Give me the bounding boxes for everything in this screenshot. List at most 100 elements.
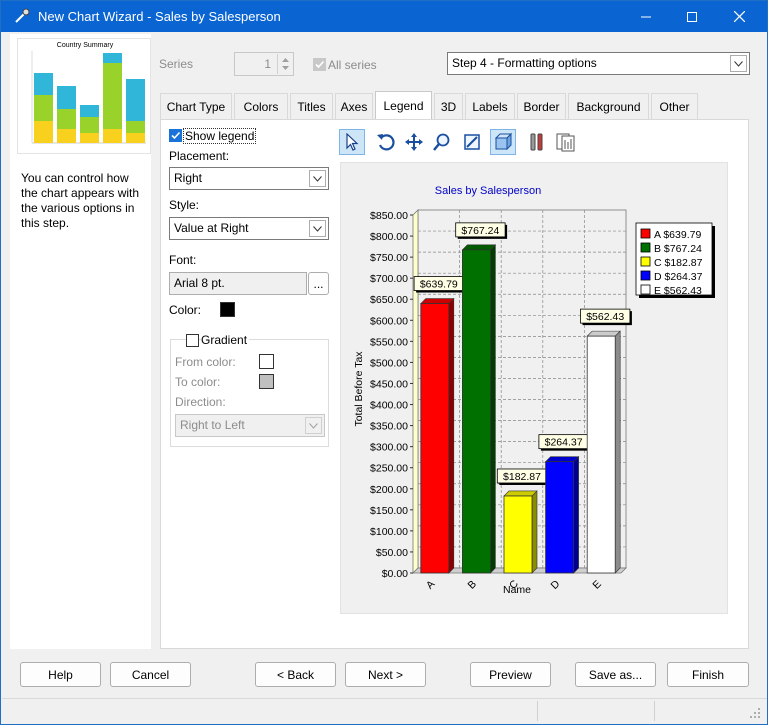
legend-entry: C $182.87 — [654, 257, 703, 269]
y-tick-label: $850.00 — [370, 210, 408, 222]
rotate-tool-button[interactable] — [373, 129, 399, 155]
bar-side — [490, 244, 496, 574]
chart-preview-area: Sales by Salesperson $0.00 $50.00 $100.00 $1… — [340, 162, 728, 614]
tab-label: Legend — [383, 99, 424, 113]
bar-side — [614, 330, 621, 574]
to-color-label: To color: — [175, 375, 221, 389]
all-series-checkbox[interactable] — [313, 58, 326, 71]
chevron-down-icon — [313, 225, 322, 232]
data-table-button[interactable] — [553, 129, 579, 155]
tab-border[interactable]: Border — [517, 93, 566, 119]
style-value: Value at Right — [174, 221, 249, 235]
series-label: Series — [159, 57, 194, 71]
direction-select[interactable]: Right to Left — [175, 414, 325, 437]
style-label: Style: — [169, 198, 200, 212]
chevron-down-icon — [313, 175, 322, 182]
from-color-swatch[interactable] — [259, 354, 274, 369]
tab-axes[interactable]: Axes — [335, 93, 373, 119]
cancel-button[interactable]: Cancel — [110, 662, 191, 687]
chart-title: Sales by Salesperson — [435, 185, 541, 197]
tab-chart-type[interactable]: Chart Type — [160, 93, 232, 119]
show-legend-checkbox[interactable] — [169, 129, 182, 142]
chevron-down-icon — [734, 60, 743, 67]
help-button-label: Help — [48, 667, 73, 682]
minimize-button[interactable] — [623, 1, 669, 32]
gradient-checkbox[interactable] — [186, 334, 199, 347]
series-spinner-arrows[interactable] — [277, 54, 292, 74]
bar-side — [448, 297, 455, 574]
y-tick-label: $750.00 — [370, 252, 408, 264]
x-tick-label: B — [466, 578, 479, 591]
preview-button-label: Preview — [489, 667, 532, 682]
tab-colors[interactable]: Colors — [234, 93, 288, 119]
tab-titles[interactable]: Titles — [290, 93, 333, 119]
magnifier-icon — [433, 133, 450, 151]
tab-legend[interactable]: Legend — [375, 91, 432, 120]
tab-label: Border — [523, 99, 560, 114]
direction-select-arrow[interactable] — [305, 417, 322, 434]
font-label: Font: — [169, 253, 197, 267]
3d-view-button[interactable] — [490, 129, 516, 155]
to-color-swatch[interactable] — [259, 374, 274, 389]
bar-top — [503, 490, 538, 497]
tab-labels[interactable]: Labels — [465, 93, 515, 119]
series-spinner[interactable]: 1 — [234, 52, 294, 76]
finish-button[interactable]: Finish — [667, 662, 749, 687]
tab-3d[interactable]: 3D — [434, 93, 463, 119]
tab-other[interactable]: Other — [651, 93, 698, 119]
tab-label: 3D — [440, 99, 457, 114]
wizard-window: New Chart Wizard - Sales by Salesperson … — [0, 0, 768, 725]
preview-button[interactable]: Preview — [470, 662, 551, 687]
chart-edit-icon — [464, 134, 480, 150]
legend-color-swatch[interactable] — [220, 302, 235, 317]
y-tick-label: $500.00 — [370, 357, 408, 369]
next-button[interactable]: Next > — [345, 662, 426, 687]
legend-swatch — [640, 284, 651, 295]
legend-swatch — [640, 242, 651, 253]
color-label: Color: — [169, 303, 202, 317]
style-select[interactable]: Value at Right — [169, 217, 329, 240]
save-as-button[interactable]: Save as... — [575, 662, 656, 687]
bar-top — [420, 298, 455, 304]
move-tool-button[interactable] — [401, 129, 427, 155]
tab-label: Labels — [472, 99, 508, 114]
legend-entry: A $639.79 — [654, 229, 701, 241]
placement-select-arrow[interactable] — [309, 170, 326, 187]
data-label: $264.37 — [545, 437, 583, 449]
bar-chart: Sales by Salesperson $0.00 $50.00 $100.00 $1… — [353, 185, 715, 596]
tab-background[interactable]: Background — [568, 93, 649, 119]
data-label: $767.24 — [461, 225, 499, 237]
3d-box-icon — [494, 132, 513, 151]
checkmark-icon — [171, 131, 181, 140]
y-tick-label: $600.00 — [370, 315, 408, 327]
placement-select[interactable]: Right — [169, 167, 329, 190]
title-bar[interactable]: New Chart Wizard - Sales by Salesperson — [1, 1, 767, 32]
bar-top — [461, 244, 497, 251]
tab-label: Titles — [297, 99, 326, 114]
move-arrows-icon — [405, 133, 423, 151]
tab-label: Chart Type — [166, 99, 226, 114]
x-tick-label: D — [549, 578, 563, 592]
edit-chart-button[interactable] — [459, 129, 485, 155]
maximize-icon — [687, 11, 697, 22]
close-button[interactable] — [716, 1, 762, 32]
y-tick-label: $800.00 — [370, 231, 408, 243]
maximize-button[interactable] — [669, 1, 715, 32]
resize-grip-icon[interactable] — [749, 707, 761, 719]
tools-button[interactable] — [524, 129, 550, 155]
bar — [462, 249, 491, 574]
legend-swatch — [640, 228, 651, 239]
font-browse-button[interactable]: ... — [308, 272, 329, 295]
help-button[interactable]: Help — [20, 662, 101, 687]
y-tick-label: $350.00 — [370, 421, 408, 433]
spinner-up-down-icon — [282, 58, 289, 70]
checkmark-icon — [315, 60, 325, 69]
style-select-arrow[interactable] — [309, 220, 326, 237]
zoom-tool-button[interactable] — [429, 129, 455, 155]
step-select[interactable]: Step 4 - Formatting options — [447, 52, 750, 75]
step-select-arrow[interactable] — [730, 55, 747, 72]
select-tool-button[interactable] — [339, 129, 365, 155]
back-button[interactable]: < Back — [255, 662, 336, 687]
minimize-icon — [641, 16, 651, 17]
chevron-down-icon — [309, 422, 318, 429]
